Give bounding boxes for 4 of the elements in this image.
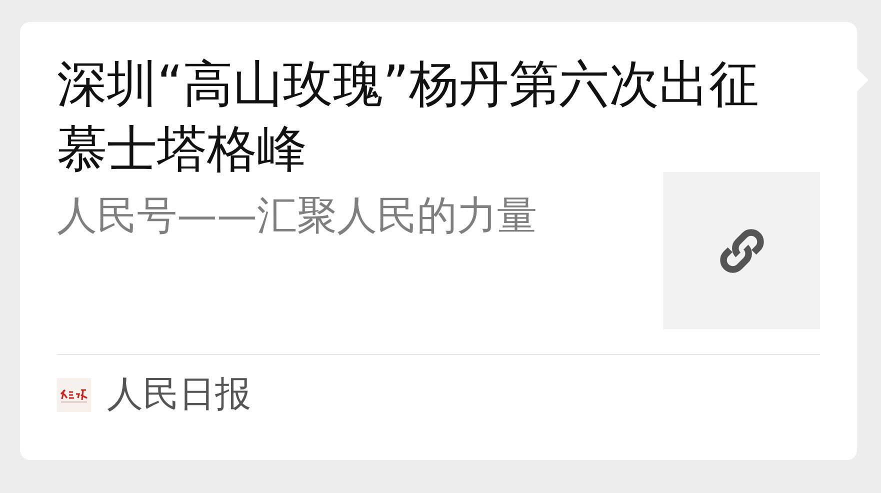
article-subtitle: 人民号——汇聚人民的力量 [57, 194, 537, 238]
source-name: 人民日报 [107, 375, 251, 415]
message-bubble[interactable]: 深圳“高山玫瑰”杨丹第六次出征慕士塔格峰 人民号——汇聚人民的力量 人民日报 [20, 22, 857, 460]
article-title: 深圳“高山玫瑰”杨丹第六次出征慕士塔格峰 [57, 54, 760, 180]
